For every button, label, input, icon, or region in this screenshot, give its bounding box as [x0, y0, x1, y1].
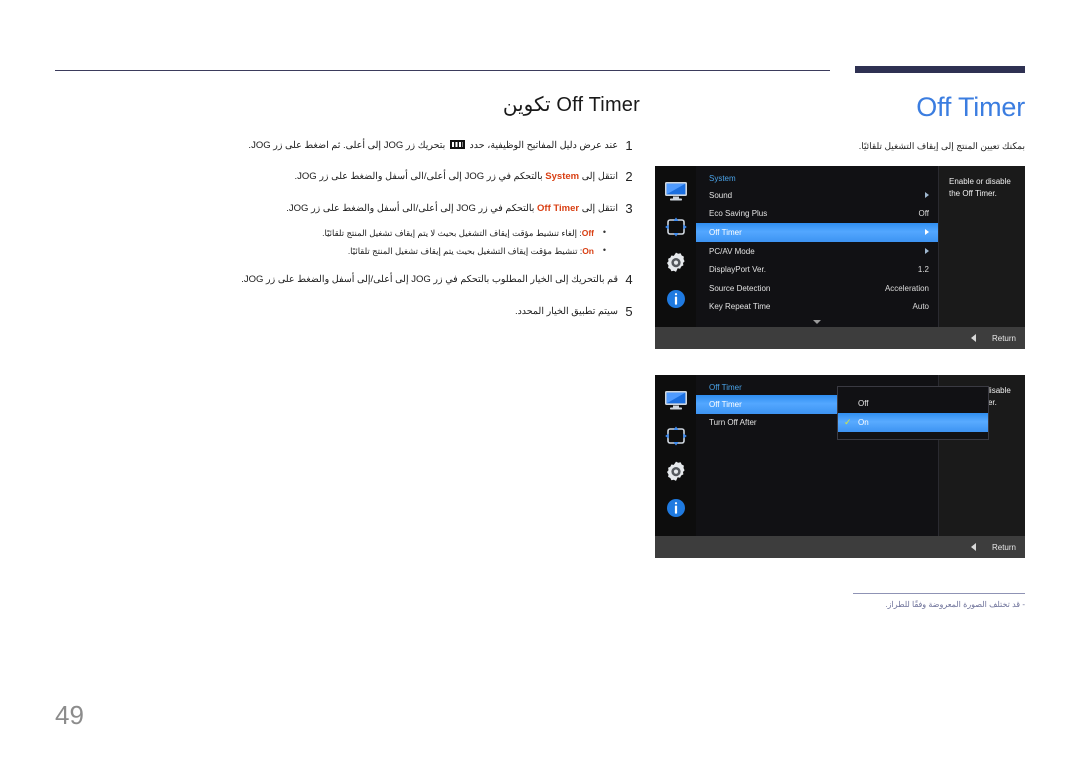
step-1-number: 1: [625, 138, 633, 153]
osd-menu-title: System: [709, 174, 736, 183]
return-label[interactable]: Return: [992, 543, 1016, 552]
scroll-down-icon[interactable]: [813, 320, 821, 324]
osd-row-off-timer[interactable]: Off Timer: [696, 223, 938, 242]
instructions-column: Off Timer تكوين 1 عند عرض دليل المفاتيح …: [55, 92, 640, 336]
step-2-suffix: بالتحكم في زر JOG إلى أعلى/الى أسفل والض…: [294, 171, 546, 183]
osd-body: Off Timer Off Timer Turn Off After Off ✓…: [696, 375, 1025, 536]
picture-position-icon[interactable]: [663, 214, 689, 240]
osd-row-key-repeat-time[interactable]: Key Repeat Time Auto: [696, 298, 938, 317]
dropdown-option-label: On: [858, 418, 869, 427]
osd-row-label: PC/AV Mode: [709, 246, 755, 256]
osd-help-text: Enable or disable the Off Timer.: [949, 177, 1011, 198]
bullet-on: On: تنشيط مؤقت إيقاف التشغيل بحيث يتم إي…: [55, 244, 606, 258]
footnote-rule: [853, 593, 1025, 594]
header-thick-rule: [855, 66, 1025, 73]
osd-row-label: Off Timer: [709, 227, 742, 237]
osd-row-sound[interactable]: Sound: [696, 186, 938, 205]
step-5: 5 سيتم تطبيق الخيار المحدد.: [55, 303, 640, 319]
osd-footer: Return: [655, 536, 1025, 558]
step-4: 4 قم بالتحريك إلى الخيار المطلوب بالتحكم…: [55, 272, 640, 288]
osd-row-label: Source Detection: [709, 283, 771, 293]
info-icon[interactable]: [663, 495, 689, 521]
step-1: 1 عند عرض دليل المفاتيح الوظيفية، حدد بت…: [55, 138, 640, 153]
step-3: 3 انتقل إلى Off Timer بالتحكم في زر JOG …: [55, 200, 640, 216]
page-number: 49: [55, 700, 84, 730]
header-thin-rule: [55, 70, 830, 71]
step-1-after: بتحريك زر JOG إلى أعلى. ثم اضغط على زر J…: [248, 140, 448, 151]
gear-icon[interactable]: [663, 459, 689, 485]
bullet-off: Off: إلغاء تنشيط مؤقت إيقاف التشغيل بحيث…: [55, 226, 606, 240]
osd-screenshot-system: System Sound Eco Saving Plus Off Off Tim…: [655, 166, 1025, 349]
function-key-guide-icon: [449, 140, 465, 149]
osd-row-pc-av-mode[interactable]: PC/AV Mode: [696, 242, 938, 261]
dropdown-option-label: Off: [858, 399, 869, 408]
feature-description: بمكنك تعيين المنتج إلى إيقاف التشغيل تلق…: [858, 141, 1025, 151]
check-icon: ✓: [844, 417, 852, 427]
picture-position-icon[interactable]: [663, 423, 689, 449]
osd-row-label: Eco Saving Plus: [709, 209, 768, 219]
osd-row-eco-saving-plus[interactable]: Eco Saving Plus Off: [696, 205, 938, 224]
step-4-text: قم بالتحريك إلى الخيار المطلوب بالتحكم ف…: [241, 274, 618, 286]
osd-row-displayport-ver[interactable]: DisplayPort Ver. 1.2: [696, 260, 938, 279]
step-5-number: 5: [625, 303, 633, 319]
osd-row-label: Sound: [709, 190, 733, 200]
osd-screenshot-off-timer: Off Timer Off Timer Turn Off After Off ✓…: [655, 375, 1025, 558]
chevron-right-icon: [925, 229, 929, 236]
step-3-keyword: Off Timer: [537, 202, 580, 214]
page-title: Off Timer تكوين: [55, 92, 640, 117]
chevron-right-icon: [925, 192, 929, 199]
osd-row-value: Off: [918, 209, 929, 219]
chevron-right-icon: [925, 248, 929, 255]
step-1-text: عند عرض دليل المفاتيح الوظيفية، حدد بتحر…: [55, 139, 618, 153]
monitor-icon[interactable]: [663, 178, 689, 204]
step-4-number: 4: [625, 272, 633, 288]
page-title-arabic: تكوين: [502, 94, 551, 116]
osd-icon-rail: [655, 375, 696, 558]
osd-row-value: Auto: [912, 302, 929, 312]
osd-row-value: 1.2: [917, 265, 929, 275]
return-label[interactable]: Return: [992, 334, 1016, 343]
osd-menu-list: System Sound Eco Saving Plus Off Off Tim…: [696, 166, 939, 327]
dropdown-option-on[interactable]: ✓ On: [838, 413, 988, 432]
step-3-prefix: انتقل إلى: [579, 202, 618, 214]
step-3-text: انتقل إلى Off Timer بالتحكم في زر JOG إل…: [55, 202, 618, 216]
page-title-latin: Off Timer: [556, 94, 640, 116]
step-2-prefix: انتقل إلى: [579, 171, 618, 183]
feature-title: Off Timer: [916, 92, 1025, 122]
step-1-before: عند عرض دليل المفاتيح الوظيفية، حدد: [466, 140, 618, 151]
step-2: 2 انتقل إلى System بالتحكم في زر JOG إلى…: [55, 169, 640, 185]
osd-row-label: Key Repeat Time: [709, 302, 771, 312]
return-arrow-icon[interactable]: [970, 334, 976, 342]
step-2-number: 2: [625, 169, 633, 185]
step-3-suffix: بالتحكم في زر JOG إلى أعلى/الى أسفل والض…: [286, 202, 538, 214]
footnote-text: ‑ قد تختلف الصورة المعروضة وفقًا للطراز.: [885, 600, 1025, 609]
osd-body: System Sound Eco Saving Plus Off Off Tim…: [696, 166, 1025, 327]
return-arrow-icon[interactable]: [970, 543, 976, 551]
monitor-icon[interactable]: [663, 387, 689, 413]
info-icon[interactable]: [663, 286, 689, 312]
step-3-number: 3: [625, 200, 633, 216]
osd-icon-rail: [655, 166, 696, 349]
osd-row-label: DisplayPort Ver.: [709, 265, 766, 275]
osd-footer: Return: [655, 327, 1025, 349]
step-5-text: سيتم تطبيق الخيار المحدد.: [514, 305, 618, 317]
feature-column: Off Timer بمكنك تعيين المنتج إلى إيقاف ا…: [655, 92, 1025, 584]
dropdown-option-off[interactable]: Off: [838, 394, 988, 413]
step-2-keyword: System: [545, 171, 580, 183]
bullet-on-keyword: On: [582, 245, 594, 256]
bullet-off-text: : إلغاء تنشيط مؤقت إيقاف التشغيل بحيث لا…: [322, 227, 582, 238]
bullet-on-text: : تنشيط مؤقت إيقاف التشغيل بحيث يتم إيقا…: [347, 245, 583, 256]
step-2-text: انتقل إلى System بالتحكم في زر JOG إلى أ…: [55, 170, 618, 184]
bullet-off-keyword: Off: [581, 227, 594, 238]
option-bullet-list: Off: إلغاء تنشيط مؤقت إيقاف التشغيل بحيث…: [55, 226, 640, 258]
osd-row-value: Acceleration: [884, 283, 929, 293]
osd-row-source-detection[interactable]: Source Detection Acceleration: [696, 279, 938, 298]
off-timer-dropdown[interactable]: Off ✓ On: [837, 386, 989, 440]
gear-icon[interactable]: [663, 250, 689, 276]
